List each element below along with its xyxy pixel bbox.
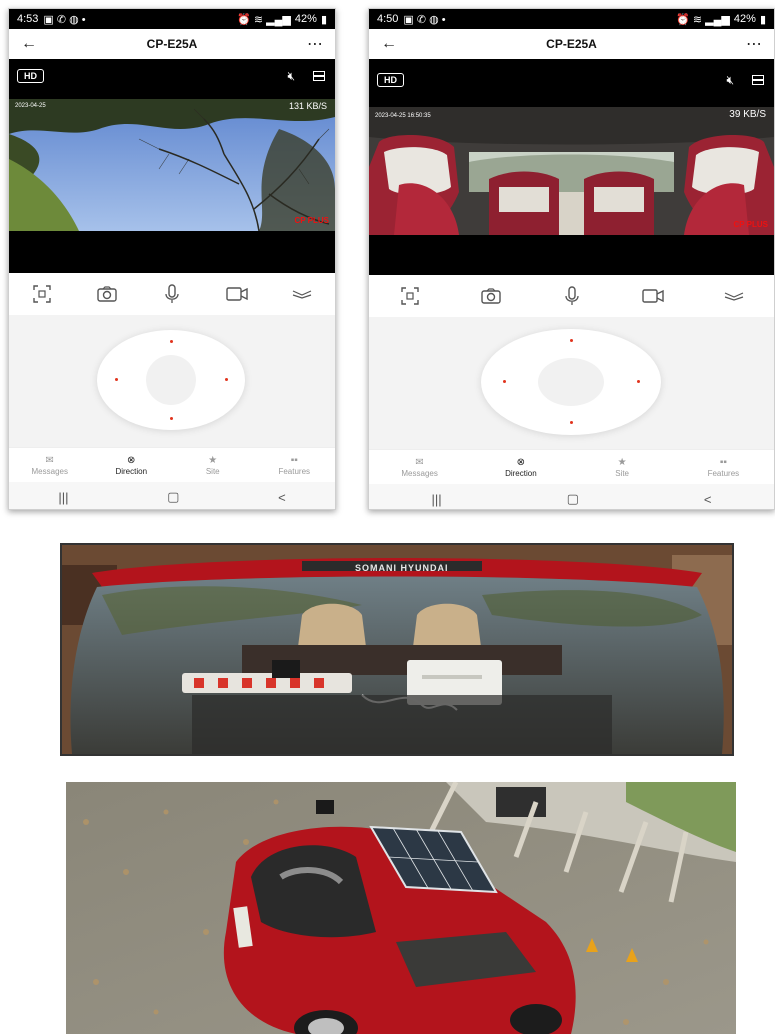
nav-features[interactable]: ▪▪ Features bbox=[254, 448, 336, 482]
brand-watermark: CP PLUS bbox=[733, 220, 768, 229]
grid-icon: ▪▪ bbox=[290, 454, 298, 466]
collapse-icon[interactable] bbox=[290, 283, 314, 305]
bottom-nav: ✉ Messages ⊗ Direction ★ Site ▪▪ Features bbox=[369, 449, 774, 484]
data-rate: 39 KB/S bbox=[729, 109, 766, 120]
video-controls bbox=[9, 273, 335, 315]
red-car-with-solar-panel-image bbox=[66, 782, 736, 1034]
bottom-nav: ✉ Messages ⊗ Direction ★ Site ▪▪ Features bbox=[9, 447, 335, 482]
video-letterbox bbox=[369, 235, 774, 275]
pan-down-dot[interactable] bbox=[570, 421, 573, 424]
screenshot-icon[interactable] bbox=[398, 285, 422, 307]
car-interior-image bbox=[369, 107, 774, 235]
ptz-panel bbox=[369, 317, 774, 449]
home-icon[interactable]: ▢ bbox=[167, 489, 179, 505]
status-bar: 4:50 ▣ ✆ ◍ • ⏰ ≋ ▂▄▆ 42% ▮ bbox=[369, 9, 774, 29]
car-rear-window-image bbox=[62, 545, 732, 754]
rear-window-photo: SOMANI HYUNDAI bbox=[60, 543, 734, 756]
hd-toggle-button[interactable]: HD bbox=[377, 73, 404, 87]
nav-direction[interactable]: ⊗ Direction bbox=[470, 450, 571, 484]
pan-left-dot[interactable] bbox=[115, 378, 118, 381]
status-time: 4:50 bbox=[377, 13, 399, 25]
layout-icon[interactable] bbox=[752, 75, 764, 85]
pan-up-dot[interactable] bbox=[170, 340, 173, 343]
video-timestamp: 2023-04-25 bbox=[15, 103, 46, 109]
messages-icon: ✉ bbox=[45, 454, 54, 466]
nav-site[interactable]: ★ Site bbox=[572, 450, 673, 484]
direction-joypad[interactable] bbox=[481, 329, 661, 435]
device-title: CP-E25A bbox=[146, 37, 198, 51]
messages-icon: ✉ bbox=[415, 456, 424, 468]
tree-canopy-image bbox=[9, 99, 335, 231]
brand-watermark: CP PLUS bbox=[294, 216, 329, 225]
video-timestamp: 2023-04-25 16:50:35 bbox=[375, 113, 431, 119]
joypad-center[interactable] bbox=[146, 355, 196, 405]
notification-icons: ▣ ✆ ◍ • bbox=[403, 13, 446, 26]
back-arrow-icon[interactable]: ← bbox=[19, 35, 39, 53]
live-video-feed[interactable]: 39 KB/S 2023-04-25 16:50:35 CP PLUS bbox=[369, 107, 774, 235]
video-record-icon[interactable] bbox=[225, 283, 249, 305]
nav-features[interactable]: ▪▪ Features bbox=[673, 450, 774, 484]
recents-icon[interactable]: ||| bbox=[431, 492, 441, 507]
direction-icon: ⊗ bbox=[127, 454, 136, 466]
video-toolbar: HD 🔇︎ bbox=[9, 59, 335, 99]
layout-icon[interactable] bbox=[313, 71, 325, 81]
battery-icon: ▮ bbox=[759, 13, 766, 26]
hd-toggle-button[interactable]: HD bbox=[17, 69, 44, 83]
pan-right-dot[interactable] bbox=[637, 380, 640, 383]
recents-icon[interactable]: ||| bbox=[58, 490, 68, 505]
battery-icon: ▮ bbox=[320, 13, 327, 26]
app-bar: ← CP-E25A ⋯ bbox=[369, 29, 774, 59]
device-title: CP-E25A bbox=[546, 37, 597, 51]
phone-screenshot-2: 4:50 ▣ ✆ ◍ • ⏰ ≋ ▂▄▆ 42% ▮ ← CP-E25A ⋯ H… bbox=[368, 8, 775, 510]
microphone-icon[interactable] bbox=[160, 283, 184, 305]
status-bar: 4:53 ▣ ✆ ◍ • ⏰ ≋ ▂▄▆ 42% ▮ bbox=[9, 9, 335, 29]
video-record-icon[interactable] bbox=[641, 285, 665, 307]
speaker-mute-icon[interactable]: 🔇︎ bbox=[287, 69, 295, 84]
live-video-feed[interactable]: 131 KB/S 2023-04-25 CP PLUS bbox=[9, 99, 335, 231]
ptz-panel bbox=[9, 315, 335, 447]
dealer-badge: SOMANI HYUNDAI bbox=[355, 563, 449, 573]
joypad-center[interactable] bbox=[538, 358, 604, 406]
system-nav-bar: ||| ▢ < bbox=[9, 482, 335, 509]
video-toolbar: HD 🔇︎ bbox=[369, 59, 774, 107]
more-dots-icon[interactable]: ⋯ bbox=[744, 34, 764, 54]
battery-level: 42% bbox=[733, 13, 756, 25]
home-icon[interactable]: ▢ bbox=[567, 491, 579, 507]
video-letterbox bbox=[9, 231, 335, 273]
camera-icon[interactable] bbox=[479, 285, 503, 307]
direction-icon: ⊗ bbox=[516, 456, 526, 468]
direction-joypad[interactable] bbox=[97, 330, 245, 430]
more-dots-icon[interactable]: ⋯ bbox=[305, 34, 325, 54]
star-icon: ★ bbox=[617, 456, 627, 468]
car-solar-panel-photo bbox=[66, 782, 736, 1034]
system-nav-bar: ||| ▢ < bbox=[369, 484, 774, 509]
app-bar: ← CP-E25A ⋯ bbox=[9, 29, 335, 59]
screenshot-icon[interactable] bbox=[30, 283, 54, 305]
pan-left-dot[interactable] bbox=[503, 380, 506, 383]
system-back-icon[interactable]: < bbox=[704, 492, 712, 507]
signal-icons: ⏰ ≋ ▂▄▆ bbox=[676, 13, 730, 26]
collapse-icon[interactable] bbox=[722, 285, 746, 307]
video-controls bbox=[369, 275, 774, 317]
microphone-icon[interactable] bbox=[560, 285, 584, 307]
notification-icons: ▣ ✆ ◍ • bbox=[43, 13, 86, 26]
phone-screenshot-1: 4:53 ▣ ✆ ◍ • ⏰ ≋ ▂▄▆ 42% ▮ ← CP-E25A ⋯ H… bbox=[8, 8, 336, 510]
nav-site[interactable]: ★ Site bbox=[172, 448, 254, 482]
system-back-icon[interactable]: < bbox=[278, 490, 286, 505]
nav-messages[interactable]: ✉ Messages bbox=[9, 448, 91, 482]
camera-icon[interactable] bbox=[95, 283, 119, 305]
star-icon: ★ bbox=[208, 454, 218, 466]
data-rate: 131 KB/S bbox=[288, 101, 327, 111]
grid-icon: ▪▪ bbox=[719, 456, 727, 468]
nav-direction[interactable]: ⊗ Direction bbox=[91, 448, 173, 482]
battery-level: 42% bbox=[294, 13, 317, 25]
status-time: 4:53 bbox=[17, 13, 39, 25]
pan-up-dot[interactable] bbox=[570, 339, 573, 342]
nav-messages[interactable]: ✉ Messages bbox=[369, 450, 470, 484]
back-arrow-icon[interactable]: ← bbox=[379, 35, 399, 53]
pan-down-dot[interactable] bbox=[170, 417, 173, 420]
pan-right-dot[interactable] bbox=[225, 378, 228, 381]
speaker-mute-icon[interactable]: 🔇︎ bbox=[726, 73, 734, 88]
signal-icons: ⏰ ≋ ▂▄▆ bbox=[237, 13, 291, 26]
